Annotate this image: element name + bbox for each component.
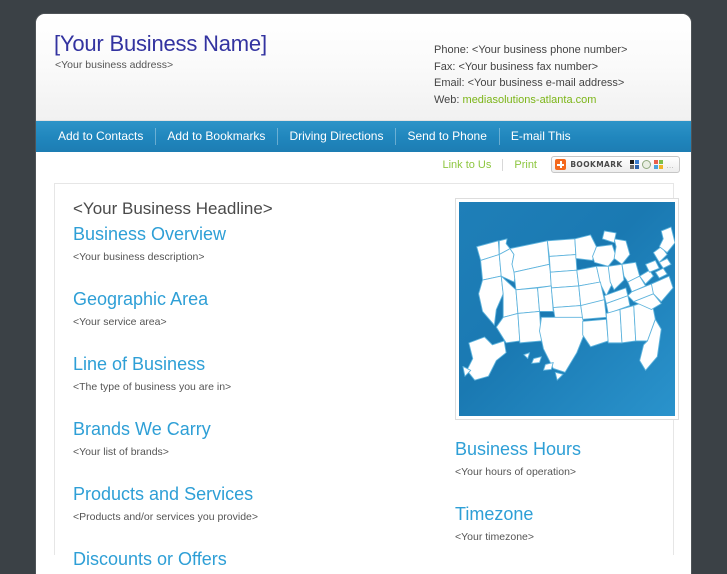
contact-web-label: Web: [434,93,463,106]
microsoft-share-icon[interactable] [653,160,663,169]
content-panel: <Your Business Headline> Business Overvi… [54,183,679,569]
nav-item-send-to-phone[interactable]: Send to Phone [395,121,498,152]
section-title: Products and Services [73,484,254,504]
contact-email: Email: <Your business e-mail address> [434,77,625,89]
page-title: <Your Business Headline> [73,199,273,218]
contact-web: Web: mediasolutions-atlanta.com [434,92,627,109]
united-states-map-icon [462,226,675,381]
nav-item-add-to-bookmarks[interactable]: Add to Bookmarks [155,121,277,152]
share-service-icons [629,160,663,169]
page-header: [Your Business Name] <Your business addr… [36,14,691,121]
section-title: Discounts or Offers [73,549,227,569]
section-line-of-business: Line of Business <The type of business y… [73,352,433,394]
nav-item-email-this[interactable]: E-mail This [498,121,583,152]
section-title: Timezone [455,504,534,524]
section-body: <Your hours of operation> [455,466,577,478]
windows-share-icon[interactable] [629,160,639,169]
business-name: [Your Business Name] [54,31,267,56]
contact-info: Phone: <Your business phone number> Fax:… [434,42,627,108]
left-column: <Your Business Headline> Business Overvi… [73,198,433,569]
print-link[interactable]: Print [503,159,548,171]
bookmark-label: BOOKMARK [570,160,623,169]
website-link[interactable]: mediasolutions-atlanta.com [463,94,597,106]
section-brands-we-carry: Brands We Carry <Your list of brands> [73,417,433,459]
right-column: Business Hours <Your hours of operation>… [451,198,679,555]
section-body: <Your business description> [73,251,205,263]
nav-item-driving-directions[interactable]: Driving Directions [277,121,395,152]
contact-phone: Phone: <Your business phone number> [434,44,628,56]
section-body: <Products and/or services you provide> [73,511,259,523]
section-body: <Your list of brands> [73,446,169,458]
section-geographic-area: Geographic Area <Your service area> [73,287,433,329]
section-timezone: Timezone <Your timezone> [455,502,679,544]
primary-navbar: Add to Contacts Add to Bookmarks Driving… [36,121,691,152]
section-title: Business Overview [73,224,227,244]
section-business-overview: Business Overview <Your business descrip… [73,222,433,264]
globe-share-icon[interactable] [641,160,651,169]
section-title: Business Hours [455,439,582,459]
section-body: <Your timezone> [455,531,535,543]
right-sections: Business Hours <Your hours of operation>… [455,437,679,544]
section-title: Brands We Carry [73,419,211,439]
section-discounts-or-offers: Discounts or Offers <Your discounts or s… [73,547,433,574]
section-products-and-services: Products and Services <Products and/or s… [73,482,433,524]
section-title: Geographic Area [73,289,209,309]
utility-bar: Link to Us Print BOOKMARK ... [36,152,691,183]
contact-fax: Fax: <Your business fax number> [434,60,599,73]
nav-item-add-to-contacts[interactable]: Add to Contacts [46,121,155,152]
utility-links: Link to Us Print [431,159,548,171]
section-title: Line of Business [73,354,206,374]
section-business-hours: Business Hours <Your hours of operation> [455,437,679,479]
page-card: [Your Business Name] <Your business addr… [36,14,691,574]
service-area-map [455,198,679,420]
plus-icon [555,159,567,170]
section-body: <Your service area> [73,316,167,328]
link-to-us-link[interactable]: Link to Us [431,159,502,171]
map-canvas [459,202,675,416]
business-address: <Your business address> [55,59,174,71]
section-body: <The type of business you are in> [73,381,232,393]
bookmark-share-widget[interactable]: BOOKMARK ... [551,156,680,173]
more-options-icon[interactable]: ... [667,163,674,170]
